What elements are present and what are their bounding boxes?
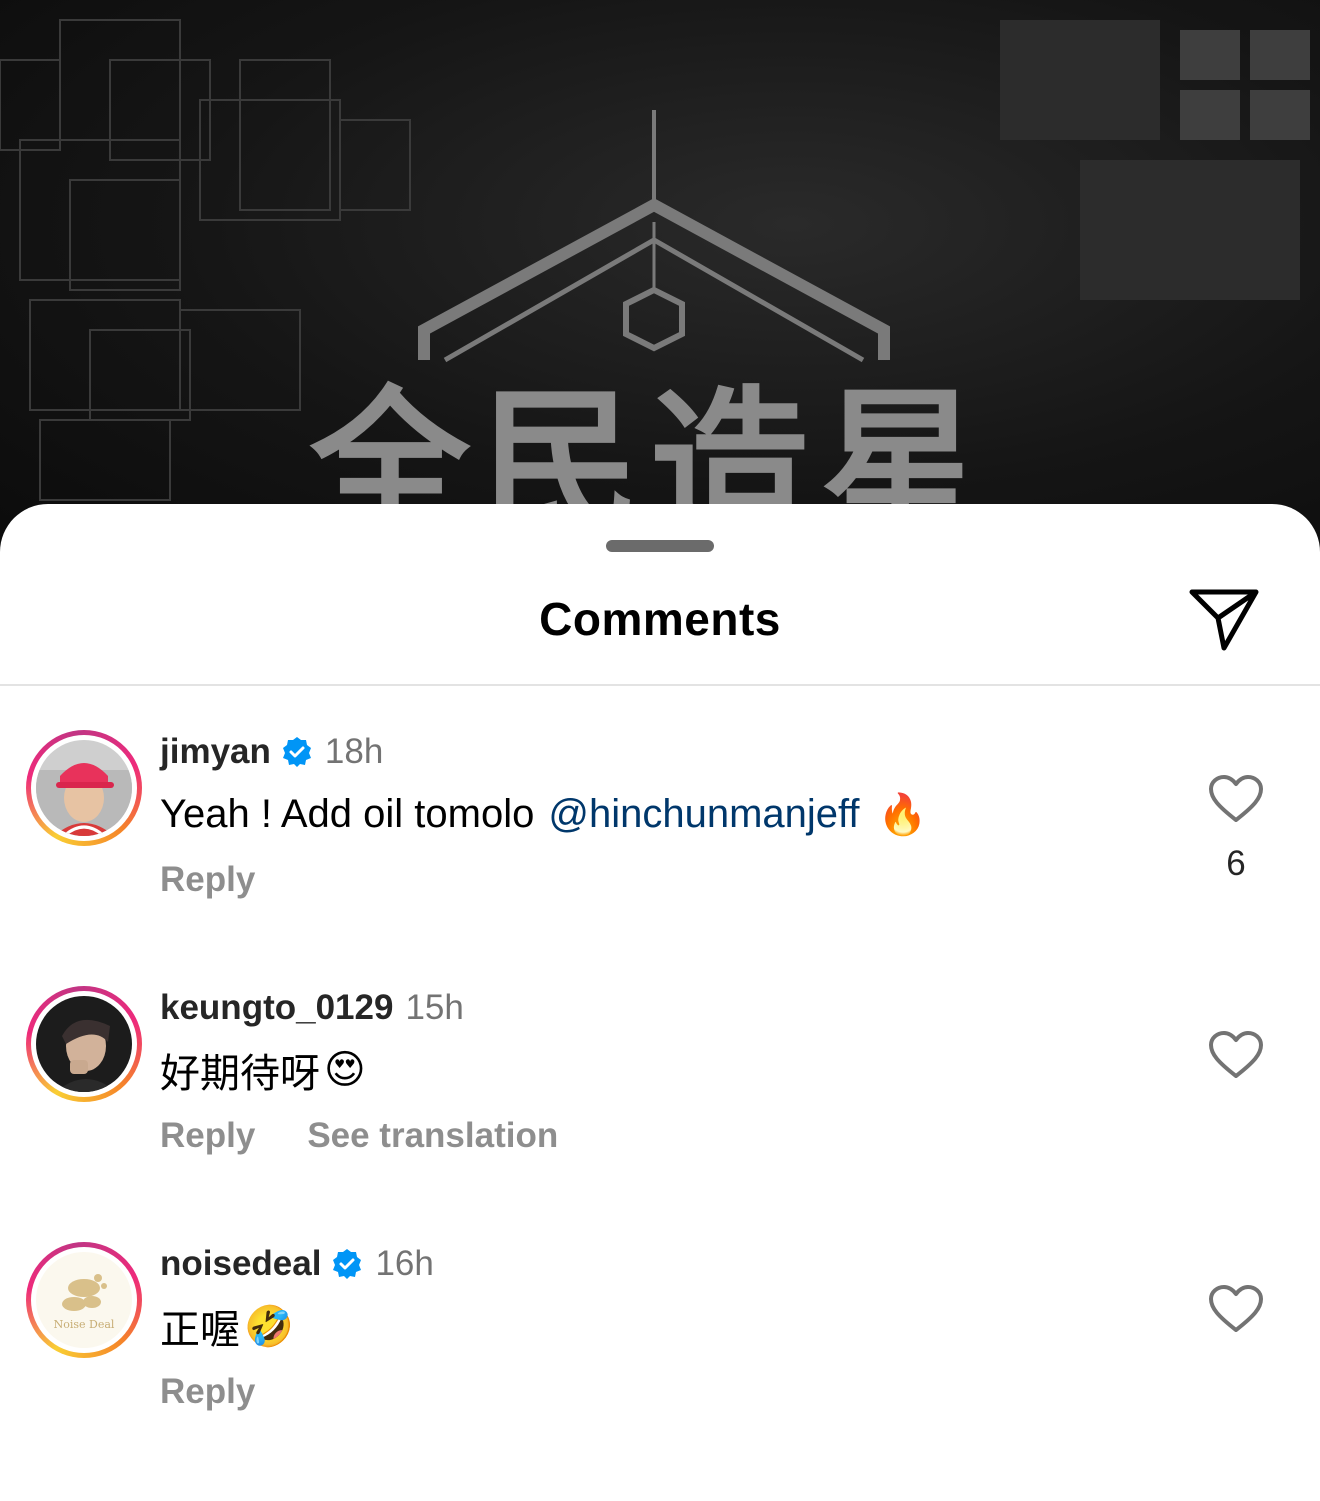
- see-translation-button[interactable]: See translation: [307, 1116, 558, 1156]
- paper-plane-icon: [1189, 589, 1259, 651]
- verified-badge-icon: [282, 737, 311, 767]
- share-button[interactable]: [1186, 584, 1262, 654]
- fire-emoji: 🔥: [877, 792, 928, 837]
- heart-eyes-emoji: 😍: [324, 1048, 366, 1092]
- comment-body: Yeah ! Add oil tomolo: [160, 791, 535, 836]
- header-divider: [0, 684, 1320, 686]
- sheet-drag-handle[interactable]: [606, 540, 714, 552]
- comment-username[interactable]: jimyan: [160, 732, 271, 772]
- comment-username[interactable]: keungto_0129: [160, 988, 393, 1028]
- mention-link[interactable]: @hinchunmanjeff: [548, 792, 859, 837]
- comment-timestamp: 18h: [324, 732, 384, 771]
- comment-body: 正喔: [160, 1308, 240, 1352]
- rofl-emoji: 🤣: [244, 1304, 294, 1349]
- like-count: 6: [1226, 844, 1246, 883]
- comment-body: 好期待呀: [160, 1052, 320, 1096]
- reply-button[interactable]: Reply: [160, 1372, 255, 1412]
- heart-icon: [1209, 1285, 1263, 1332]
- avatar[interactable]: Noise Deal: [26, 1242, 142, 1358]
- avatar-logo-text: Noise Deal: [54, 1318, 115, 1331]
- like-button[interactable]: [1208, 1284, 1264, 1334]
- comment-item: keungto_0129 15h 好期待呀 😍 Reply See transl…: [0, 986, 1320, 1186]
- avatar-image: [36, 740, 132, 836]
- comment-timestamp: 16h: [375, 1244, 434, 1283]
- comment-item: jimyan 18h Yeah ! Add oil tomolo @hinchu…: [0, 730, 1320, 930]
- verified-badge-icon: [333, 1249, 362, 1279]
- like-button[interactable]: [1208, 774, 1264, 824]
- video-background: 全民造星: [0, 0, 1320, 560]
- heart-icon: [1209, 1031, 1263, 1078]
- comment-item: Noise Deal noisedeal 16h 正喔 🤣 Reply: [0, 1242, 1320, 1442]
- comment-username[interactable]: noisedeal: [160, 1244, 321, 1284]
- heart-icon: [1209, 775, 1263, 822]
- sheet-title: Comments: [539, 593, 781, 645]
- comment-text: Yeah ! Add oil tomolo @hinchunmanjeff 🔥: [160, 784, 927, 844]
- reply-button[interactable]: Reply: [160, 860, 255, 900]
- avatar[interactable]: [26, 730, 142, 846]
- reply-button[interactable]: Reply: [160, 1116, 255, 1156]
- comment-timestamp: 15h: [405, 988, 464, 1027]
- avatar-image: Noise Deal: [36, 1252, 132, 1348]
- comment-text: 正喔 🤣: [160, 1296, 294, 1356]
- avatar[interactable]: [26, 986, 142, 1102]
- comments-sheet: Comments jimyan 18h Yeah ! Add oil tomol…: [0, 504, 1320, 1501]
- show-logo-icon: 全民造星: [309, 110, 980, 558]
- avatar-image: [36, 996, 132, 1092]
- comment-text: 好期待呀 😍: [160, 1040, 366, 1100]
- like-button[interactable]: [1208, 1030, 1264, 1080]
